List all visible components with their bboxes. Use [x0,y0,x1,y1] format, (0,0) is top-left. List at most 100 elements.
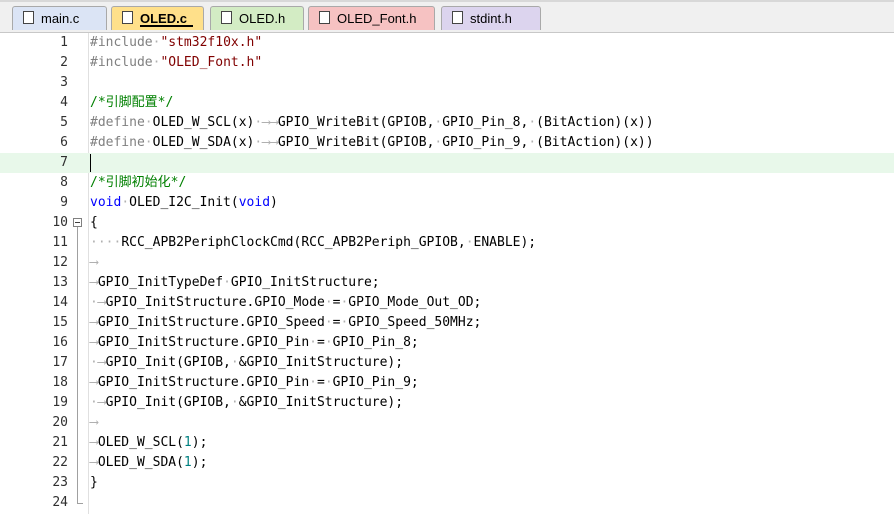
code-token: ⟶ [90,315,98,330]
code-token: ⟶ [90,255,98,270]
line-number: 13 [52,275,68,290]
code-line[interactable]: 15 ⟶GPIO_InitStructure.GPIO_Speed·=·GPIO_… [0,313,894,333]
code-token: · [324,375,333,390]
code-text: ⟶GPIO_InitStructure.GPIO_Pin·=·GPIO_Pin_… [90,373,419,393]
file-icon [319,11,330,24]
code-token: · [528,135,537,150]
active-tab-indicator [140,25,193,27]
code-text: ····RCC_APB2PeriphClockCmd(RCC_APB2Perip… [90,233,536,253]
code-line[interactable]: 20 ⟶ [0,413,894,433]
code-line[interactable]: 23} [0,473,894,493]
code-text: } [90,473,98,493]
line-number: 6 [60,135,68,150]
code-token: · [324,335,333,350]
code-text: /*引脚初始化*/ [90,173,186,193]
tab-label: OLED_Font.h [337,11,417,26]
code-token: ⟶ [270,115,278,130]
code-line[interactable]: 24 [0,493,894,513]
code-line[interactable]: 9 void·OLED_I2C_Init(void) [0,193,894,213]
code-text: ⟶ [90,253,98,273]
line-number: 20 [52,415,68,430]
code-token: GPIO_InitTypeDef [97,275,224,290]
code-token: · [230,395,239,410]
text-caret [90,154,91,172]
code-token: · [324,315,333,330]
tab-bar-top-border [0,0,894,2]
code-text: #define·OLED_W_SDA(x)·⟶⟶GPIO_WriteBit(GP… [90,133,654,153]
code-line[interactable]: 4 /*引脚配置*/ [0,93,894,113]
line-number: 18 [52,375,68,390]
code-line[interactable]: 8 /*引脚初始化*/ [0,173,894,193]
code-token: "stm32f10x.h" [160,35,263,50]
code-token: void [90,195,122,210]
line-number: 7 [60,155,68,170]
code-line[interactable]: 12 ⟶ [0,253,894,273]
tab-label: stdint.h [470,11,512,26]
code-line[interactable]: 13 ⟶GPIO_InitTypeDef·GPIO_InitStructure; [0,273,894,293]
code-line[interactable]: 6 #define·OLED_W_SDA(x)·⟶⟶GPIO_WriteBit(G… [0,133,894,153]
code-token: (BitAction)(x)) [536,115,654,130]
code-token: ); [191,455,208,470]
code-token: GPIO_WriteBit(GPIOB, [277,115,435,130]
tab-label: OLED.h [239,11,286,26]
code-line[interactable]: 11 ····RCC_APB2PeriphClockCmd(RCC_APB2Per… [0,233,894,253]
code-line[interactable]: 1 #include·"stm32f10x.h" [0,33,894,53]
code-line[interactable]: 17 ·⟶GPIO_Init(GPIOB,·&GPIO_InitStructure… [0,353,894,373]
code-line[interactable]: 18 ⟶GPIO_InitStructure.GPIO_Pin·=·GPIO_Pi… [0,373,894,393]
code-token: &GPIO_InitStructure); [238,355,404,370]
code-line[interactable]: 5 #define·OLED_W_SCL(x)·⟶⟶GPIO_WriteBit(G… [0,113,894,133]
line-number: 9 [60,195,68,210]
code-line[interactable]: 3 [0,73,894,93]
code-line[interactable]: 19 ·⟶GPIO_Init(GPIOB,·&GPIO_InitStructure… [0,393,894,413]
code-line[interactable]: 2 #include·"OLED_Font.h" [0,53,894,73]
tab-main-c[interactable]: main.c [12,6,107,30]
code-line[interactable]: 10 { [0,213,894,233]
code-token: OLED_W_SCL(x) [152,115,255,130]
code-token: = [316,335,325,350]
line-number: 19 [52,395,68,410]
code-token: GPIO_Init(GPIOB, [105,395,231,410]
code-token: (BitAction)(x)) [536,135,654,150]
line-number: 24 [52,495,68,510]
code-line[interactable]: 7 [0,153,894,173]
code-token: ·⟶ [90,295,106,310]
tab-oled-h[interactable]: OLED.h [210,6,304,30]
file-icon [23,11,34,24]
code-token: ⟶ [90,415,98,430]
code-token: GPIO_InitStructure; [230,275,380,290]
code-token: ⟶ [90,435,98,450]
code-text: ·⟶GPIO_Init(GPIOB,·&GPIO_InitStructure); [90,353,403,373]
code-token: ···· [90,235,122,250]
code-text: #define·OLED_W_SCL(x)·⟶⟶GPIO_WriteBit(GP… [90,113,654,133]
code-token: GPIO_Pin_8; [332,335,419,350]
code-token: GPIO_InitStructure.GPIO_Pin [97,375,310,390]
line-number: 17 [52,355,68,370]
code-token: 1 [183,435,192,450]
tab-oled-font-h[interactable]: OLED_Font.h [308,6,435,30]
line-number: 8 [60,175,68,190]
code-token: GPIO_WriteBit(GPIOB, [277,135,435,150]
code-token: · [309,335,317,350]
code-token: #define [90,135,145,150]
code-token: ⟶ [90,335,98,350]
line-number: 5 [60,115,68,130]
code-line[interactable]: 14 ·⟶GPIO_InitStructure.GPIO_Mode·=·GPIO_… [0,293,894,313]
code-line[interactable]: 16 ⟶GPIO_InitStructure.GPIO_Pin·=·GPIO_Pi… [0,333,894,353]
file-icon [122,11,133,24]
code-line[interactable]: 21 ⟶OLED_W_SCL(1); [0,433,894,453]
code-text: ·⟶GPIO_Init(GPIOB,·&GPIO_InitStructure); [90,393,403,413]
fold-collapse-icon[interactable] [73,218,82,227]
code-token: GPIO_InitStructure.GPIO_Mode [105,295,325,310]
code-token: &GPIO_InitStructure); [238,395,404,410]
code-token: ⟶ [90,375,98,390]
code-line[interactable]: 22 ⟶OLED_W_SDA(1); [0,453,894,473]
code-token: #define [90,115,145,130]
line-number: 16 [52,335,68,350]
code-editor[interactable]: 1 #include·"stm32f10x.h" 2 #include·"OLED_F… [0,33,894,514]
code-text: ⟶OLED_W_SDA(1); [90,453,207,473]
tab-oled-c[interactable]: OLED.c [111,6,204,30]
line-number: 15 [52,315,68,330]
line-number: 4 [60,95,68,110]
tab-stdint-h[interactable]: stdint.h [441,6,541,30]
code-token: /*引脚初始化*/ [90,175,187,190]
